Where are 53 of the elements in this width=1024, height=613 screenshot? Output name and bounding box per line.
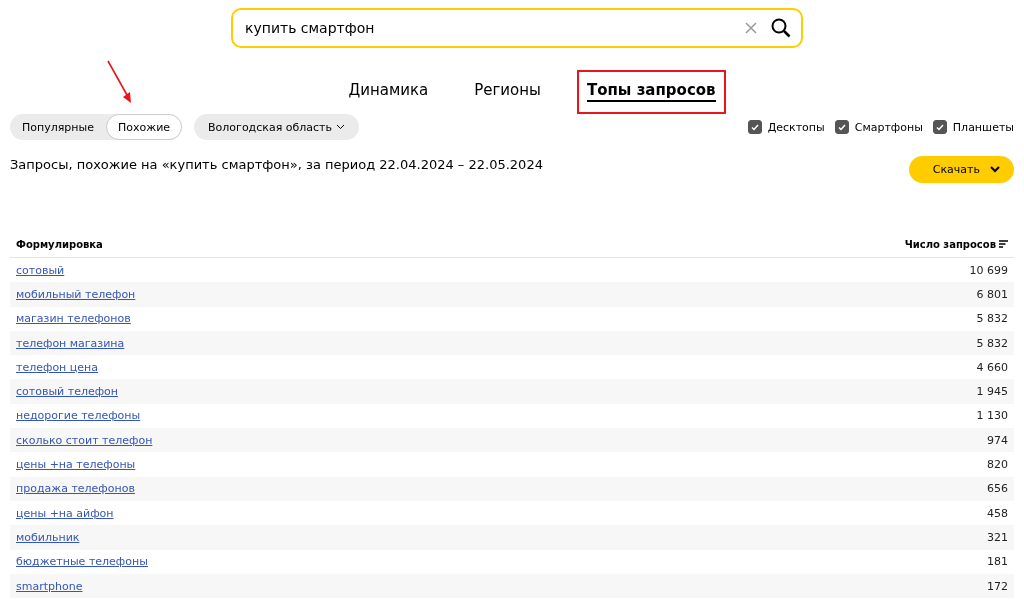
query-link[interactable]: телефон цена <box>16 360 98 374</box>
table-cell: 4 660 <box>976 360 1008 374</box>
query-link[interactable]: мобильный телефон <box>16 287 136 301</box>
table-cell: 820 <box>987 458 1008 471</box>
region-dropdown[interactable]: Вологодская область <box>194 114 359 140</box>
period-heading: Запросы, похожие на «купить смартфон», за период 22.04.2024 – 22.05.2024 <box>10 157 543 172</box>
table-cell: 1 130 <box>976 409 1008 423</box>
column-header[interactable]: Число запросов <box>904 238 996 250</box>
table-cell: 5 832 <box>976 336 1008 350</box>
toggle-option[interactable]: Популярные <box>10 114 106 140</box>
sort-icon[interactable] <box>999 240 1008 248</box>
download-button[interactable]: Скачать <box>908 156 1014 183</box>
checkbox[interactable] <box>834 120 849 134</box>
table-cell: 656 <box>987 482 1008 496</box>
table-cell: 974 <box>987 433 1008 447</box>
query-link[interactable]: продажа телефонов <box>16 482 135 496</box>
tab[interactable]: Динамика <box>348 81 429 102</box>
caret-icon <box>990 166 1000 173</box>
query-link[interactable]: цены +на телефоны <box>16 458 136 471</box>
checkmark-icon <box>750 123 759 131</box>
query-link[interactable]: цены +на айфон <box>16 506 114 520</box>
search-input[interactable]: купить смартфон <box>243 19 731 37</box>
table-cell: 1 945 <box>976 385 1008 399</box>
table-cell: 172 <box>987 579 1008 593</box>
checkbox-label: Десктопы <box>767 120 825 134</box>
query-link[interactable]: smartphone <box>16 579 83 593</box>
table-cell: 6 801 <box>976 287 1008 301</box>
table-cell: 10 699 <box>969 263 1008 277</box>
query-link[interactable]: сотовый <box>16 263 65 277</box>
query-link[interactable]: телефон магазина <box>16 336 125 350</box>
checkmark-icon <box>837 123 846 131</box>
table-cell: 5 832 <box>976 312 1008 326</box>
search-icon[interactable] <box>771 18 791 38</box>
query-link[interactable]: сотовый телефон <box>16 385 119 399</box>
checkbox-label: Смартфоны <box>854 120 923 134</box>
caret-icon <box>336 124 345 130</box>
checkbox-label: Планшеты <box>952 120 1014 134</box>
table-cell: 321 <box>987 530 1008 544</box>
checkbox[interactable] <box>747 120 762 134</box>
query-link[interactable]: магазин телефонов <box>16 312 131 326</box>
query-link[interactable]: сколько стоит телефон <box>16 433 153 447</box>
close-icon[interactable] <box>745 22 757 34</box>
table-cell: 181 <box>987 555 1008 569</box>
tab[interactable]: Топы запросов <box>586 81 716 102</box>
query-link[interactable]: мобильник <box>16 530 80 544</box>
column-header: Формулировка <box>16 238 103 250</box>
checkbox[interactable] <box>932 120 947 134</box>
query-link[interactable]: недорогие телефоны <box>16 409 141 423</box>
tab[interactable]: Регионы <box>474 81 541 102</box>
checkmark-icon <box>935 123 944 131</box>
search-field[interactable]: купить смартфон <box>231 8 803 48</box>
table-cell: 458 <box>987 506 1008 520</box>
query-link[interactable]: бюджетные телефоны <box>16 555 148 569</box>
